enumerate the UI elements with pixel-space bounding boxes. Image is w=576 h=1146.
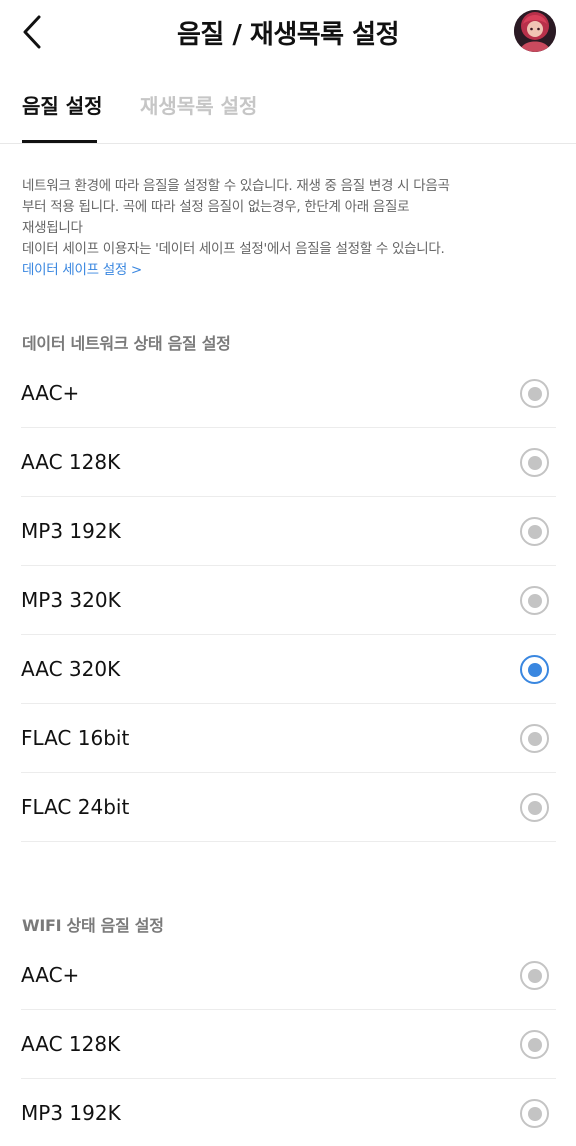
top-bar: 음질 / 재생목록 설정 <box>0 0 576 66</box>
radio-dot <box>527 524 542 539</box>
description-line: 재생됩니다 <box>22 220 83 236</box>
quality-option-row[interactable]: AAC+ <box>21 359 556 428</box>
description-text: 네트워크 환경에 따라 음질을 설정할 수 있습니다. 재생 중 음질 변경 시… <box>22 176 556 281</box>
description-line: 네트워크 환경에 따라 음질을 설정할 수 있습니다. 재생 중 음질 변경 시… <box>22 178 450 194</box>
quality-option-row[interactable]: AAC 128K <box>21 1010 556 1079</box>
quality-option-label: AAC+ <box>21 963 80 987</box>
tab-bar: 음질 설정 재생목록 설정 <box>0 66 576 144</box>
radio-dot <box>527 662 542 677</box>
quality-option-label: AAC+ <box>21 381 80 405</box>
tab-playlist-settings[interactable]: 재생목록 설정 <box>140 90 257 119</box>
radio-button[interactable] <box>520 379 549 408</box>
radio-button[interactable] <box>520 961 549 990</box>
page-title: 음질 / 재생목록 설정 <box>176 20 400 50</box>
radio-button[interactable] <box>520 1099 549 1128</box>
quality-option-row[interactable]: AAC 320K <box>21 635 556 704</box>
tab-quality-settings[interactable]: 음질 설정 <box>22 90 103 119</box>
radio-button[interactable] <box>520 1030 549 1059</box>
radio-dot <box>527 1037 542 1052</box>
radio-button[interactable] <box>520 586 549 615</box>
data-network-section-title: 데이터 네트워크 상태 음질 설정 <box>22 334 231 353</box>
radio-dot <box>527 731 542 746</box>
quality-option-label: FLAC 24bit <box>21 795 130 819</box>
data-safe-settings-link[interactable]: 데이터 세이프 설정 > <box>22 260 556 281</box>
quality-option-label: MP3 192K <box>21 519 121 543</box>
radio-dot <box>527 593 542 608</box>
radio-dot <box>527 968 542 983</box>
quality-option-label: FLAC 16bit <box>21 726 130 750</box>
radio-button[interactable] <box>520 517 549 546</box>
quality-option-row[interactable]: FLAC 24bit <box>21 773 556 842</box>
radio-dot <box>527 455 542 470</box>
quality-option-label: AAC 320K <box>21 657 121 681</box>
quality-option-row[interactable]: MP3 192K <box>21 497 556 566</box>
radio-dot <box>527 1106 542 1121</box>
radio-button[interactable] <box>520 793 549 822</box>
radio-button[interactable] <box>520 448 549 477</box>
quality-option-row[interactable]: AAC 128K <box>21 428 556 497</box>
radio-button[interactable] <box>520 724 549 753</box>
quality-option-row[interactable]: FLAC 16bit <box>21 704 556 773</box>
quality-option-row[interactable]: MP3 192K <box>21 1079 556 1146</box>
description-line: 데이터 세이프 이용자는 '데이터 세이프 설정'에서 음질을 설정할 수 있습… <box>22 241 445 257</box>
avatar[interactable] <box>514 10 556 52</box>
profile-avatar-icon <box>514 10 556 52</box>
quality-option-row[interactable]: MP3 320K <box>21 566 556 635</box>
quality-option-label: MP3 192K <box>21 1101 121 1125</box>
quality-option-label: MP3 320K <box>21 588 121 612</box>
description-line: 부터 적용 됩니다. 곡에 따라 설정 음질이 없는경우, 한단계 아래 음질로 <box>22 199 410 215</box>
radio-dot <box>527 386 542 401</box>
quality-option-label: AAC 128K <box>21 1032 121 1056</box>
quality-option-row[interactable]: AAC+ <box>21 941 556 1010</box>
radio-dot <box>527 800 542 815</box>
active-tab-indicator <box>22 140 97 143</box>
quality-option-label: AAC 128K <box>21 450 121 474</box>
wifi-section-title: WIFI 상태 음질 설정 <box>22 916 164 935</box>
radio-button[interactable] <box>520 655 549 684</box>
